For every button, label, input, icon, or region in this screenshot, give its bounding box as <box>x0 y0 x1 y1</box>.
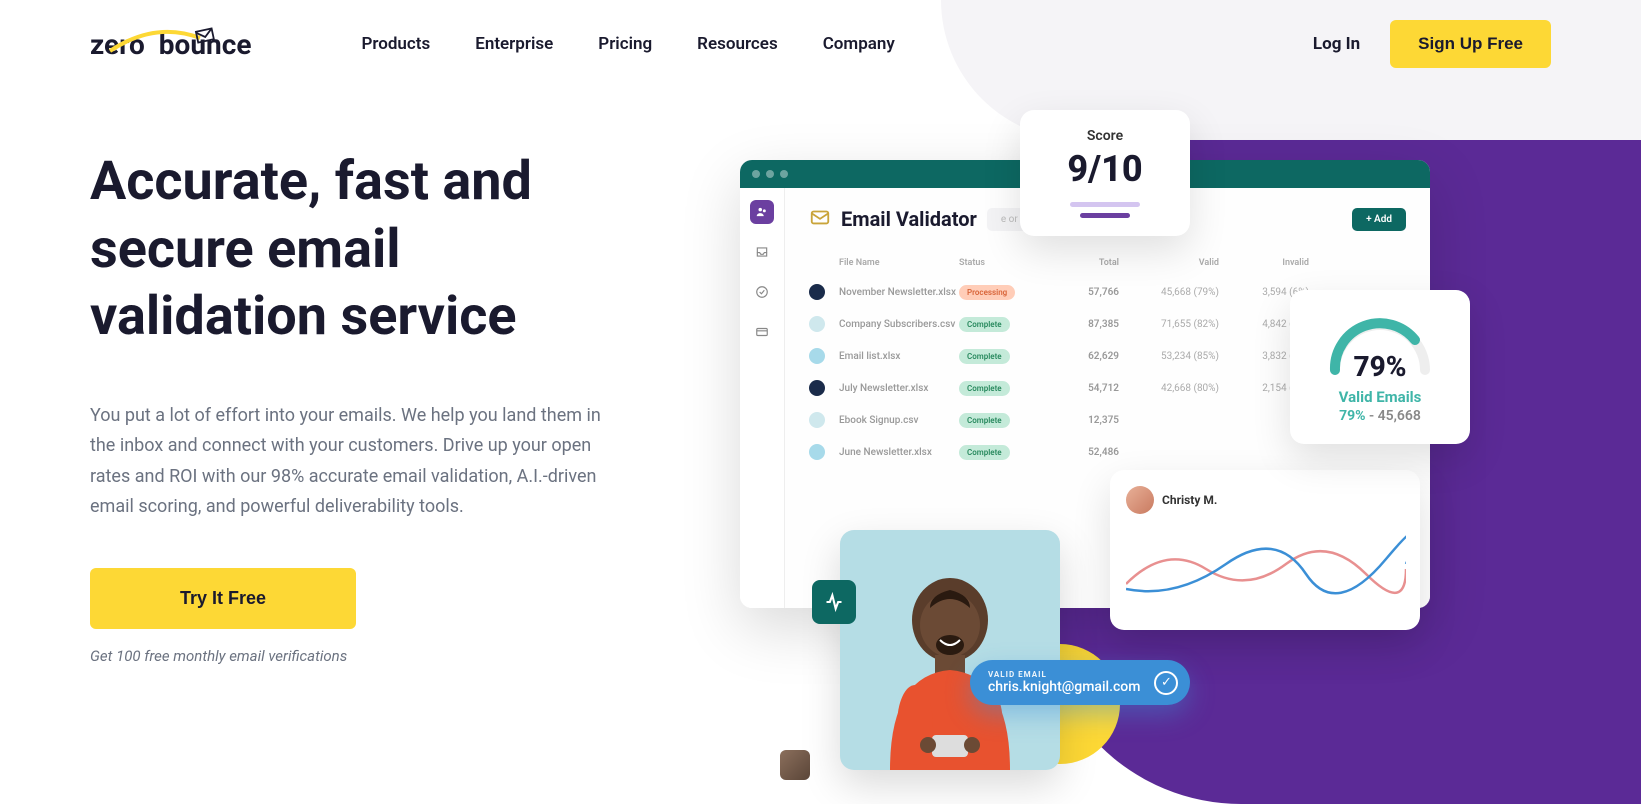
signup-button[interactable]: Sign Up Free <box>1390 20 1551 68</box>
nav-company[interactable]: Company <box>823 34 895 54</box>
logo[interactable]: zero bounce <box>90 28 251 61</box>
nav-resources[interactable]: Resources <box>697 34 778 54</box>
login-button[interactable]: Log In <box>1313 34 1360 54</box>
hero-content: Accurate, fast and secure email validati… <box>90 138 650 665</box>
email-pill-value: chris.knight@gmail.com <box>988 679 1140 695</box>
hero-subtext: Get 100 free monthly email verifications <box>90 647 650 665</box>
check-circle-icon: ✓ <box>1154 671 1178 695</box>
nav-pricing[interactable]: Pricing <box>598 34 652 54</box>
nav-products[interactable]: Products <box>361 34 430 54</box>
email-pill: VALID EMAIL chris.knight@gmail.com ✓ <box>970 660 1190 705</box>
header: zero bounce Products Enterprise Pricing … <box>0 0 1641 88</box>
hero-title: Accurate, fast and secure email validati… <box>90 148 650 351</box>
cta-button[interactable]: Try It Free <box>90 568 356 629</box>
main-nav: Products Enterprise Pricing Resources Co… <box>361 34 894 54</box>
nav-enterprise[interactable]: Enterprise <box>475 34 553 54</box>
hero-description: You put a lot of effort into your emails… <box>90 401 610 523</box>
header-actions: Log In Sign Up Free <box>1313 20 1551 68</box>
avatar-thumbnail-icon <box>780 750 810 780</box>
email-pill-label: VALID EMAIL <box>988 670 1140 679</box>
hero-section: Accurate, fast and secure email validati… <box>0 88 1641 665</box>
